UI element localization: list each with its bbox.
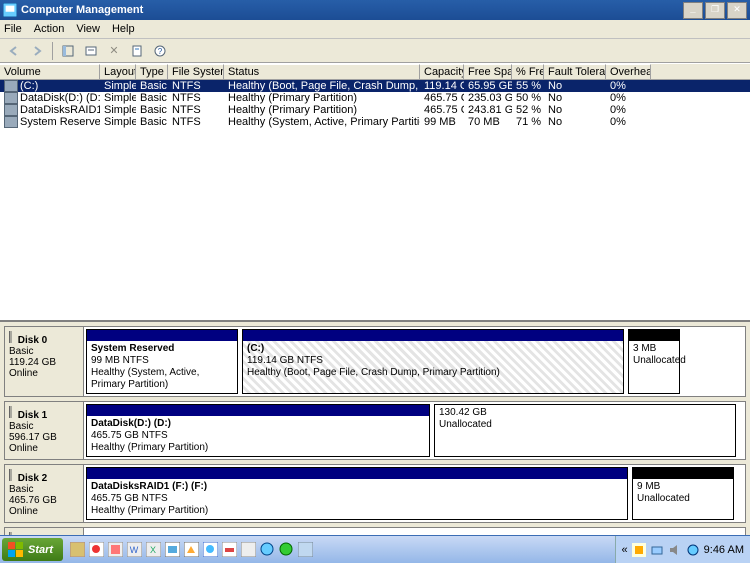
col-oh[interactable]: Overhead [606,64,651,79]
svg-text:X: X [150,545,156,555]
ql-icon[interactable]: W [126,541,143,558]
disk-row[interactable]: Disk 1Basic596.17 GBOnlineDataDisk(D:) (… [4,401,746,460]
col-type[interactable]: Type [136,64,168,79]
tray-expand-icon[interactable]: « [622,544,628,556]
start-button[interactable]: Start [2,538,63,561]
refresh-button[interactable] [58,41,78,61]
window-buttons: _ ❐ ✕ [683,2,747,19]
partition-unallocated[interactable]: 130.42 GBUnallocated [434,404,736,457]
tray-icon[interactable] [632,543,646,557]
ql-icon[interactable] [259,541,276,558]
svg-text:?: ? [158,47,163,56]
volume-row[interactable]: System ReservedSimpleBasicNTFSHealthy (S… [0,116,750,128]
ql-icon[interactable] [297,541,314,558]
properties-button[interactable] [81,41,101,61]
ql-icon[interactable] [69,541,86,558]
volume-icon [4,80,18,92]
partition[interactable]: DataDisk(D:) (D:)465.75 GB NTFSHealthy (… [86,404,430,457]
disk-layout-pane[interactable]: Disk 0Basic119.24 GBOnlineSystem Reserve… [0,320,750,548]
system-tray: « 9:46 AM [615,536,750,563]
disk-header: Disk 2Basic465.76 GBOnline [5,465,84,522]
delete-button[interactable]: ✕ [104,41,124,61]
maximize-button[interactable]: ❐ [705,2,725,19]
partition-unallocated[interactable]: 3 MBUnallocated [628,329,680,394]
disk-row[interactable]: Disk 2Basic465.76 GBOnlineDataDisksRAID1… [4,464,746,523]
col-capacity[interactable]: Capacity [420,64,464,79]
separator [52,42,53,60]
volume-icon [4,116,18,128]
minimize-button[interactable]: _ [683,2,703,19]
volume-row[interactable]: (C:)SimpleBasicNTFSHealthy (Boot, Page F… [0,80,750,92]
ql-icon[interactable] [164,541,181,558]
ql-icon[interactable] [88,541,105,558]
menu-file[interactable]: File [4,23,22,35]
disk-graph: System Reserved99 MB NTFSHealthy (System… [84,327,745,396]
disk-header: Disk 1Basic596.17 GBOnline [5,402,84,459]
tray-icon[interactable] [686,543,700,557]
partition[interactable]: (C:)119.14 GB NTFSHealthy (Boot, Page Fi… [242,329,624,394]
ql-icon[interactable] [278,541,295,558]
menu-help[interactable]: Help [112,23,135,35]
partition[interactable]: DataDisksRAID1 (F:) (F:)465.75 GB NTFSHe… [86,467,628,520]
window-title: Computer Management [21,4,683,16]
menu-action[interactable]: Action [34,23,65,35]
ql-icon[interactable] [183,541,200,558]
volume-row[interactable]: DataDisk(D:) (D:)SimpleBasicNTFSHealthy … [0,92,750,104]
clock[interactable]: 9:46 AM [704,544,744,556]
disk-row[interactable]: Disk 0Basic119.24 GBOnlineSystem Reserve… [4,326,746,397]
windows-logo-icon [8,542,24,558]
toolbar: ✕ ? [0,39,750,63]
settings-button[interactable] [127,41,147,61]
col-layout[interactable]: Layout [100,64,136,79]
taskbar: Start W X « 9:46 AM [0,535,750,563]
menu-view[interactable]: View [76,23,100,35]
tray-icon[interactable] [650,543,664,557]
col-pct[interactable]: % Free [512,64,544,79]
disk-header: Disk 0Basic119.24 GBOnline [5,327,84,396]
ql-icon[interactable]: X [145,541,162,558]
svg-text:W: W [130,545,139,555]
ql-icon[interactable] [107,541,124,558]
close-button[interactable]: ✕ [727,2,747,19]
col-status[interactable]: Status [224,64,420,79]
volume-icon [4,104,18,116]
volume-list-header: Volume Layout Type File System Status Ca… [0,63,750,80]
help-button[interactable]: ? [150,41,170,61]
ql-icon[interactable] [202,541,219,558]
volume-row[interactable]: DataDisksRAID1 (F:) (F:)SimpleBasicNTFSH… [0,104,750,116]
volume-icon[interactable] [668,543,682,557]
ql-icon[interactable] [240,541,257,558]
volume-list[interactable]: (C:)SimpleBasicNTFSHealthy (Boot, Page F… [0,80,750,320]
col-volume[interactable]: Volume [0,64,100,79]
disk-graph: DataDisk(D:) (D:)465.75 GB NTFSHealthy (… [84,402,745,459]
col-fs[interactable]: File System [168,64,224,79]
start-label: Start [28,544,53,556]
volume-icon [4,92,18,104]
partition[interactable]: System Reserved99 MB NTFSHealthy (System… [86,329,238,394]
quick-launch: W X [69,541,314,558]
app-icon [3,3,17,17]
titlebar: Computer Management _ ❐ ✕ [0,0,750,20]
menu-bar: File Action View Help [0,20,750,39]
nav-forward-button[interactable] [27,41,47,61]
disk-graph: DataDisksRAID1 (F:) (F:)465.75 GB NTFSHe… [84,465,745,522]
col-free[interactable]: Free Space [464,64,512,79]
partition-unallocated[interactable]: 9 MBUnallocated [632,467,734,520]
nav-back-button[interactable] [4,41,24,61]
col-ft[interactable]: Fault Tolerance [544,64,606,79]
ql-icon[interactable] [221,541,238,558]
